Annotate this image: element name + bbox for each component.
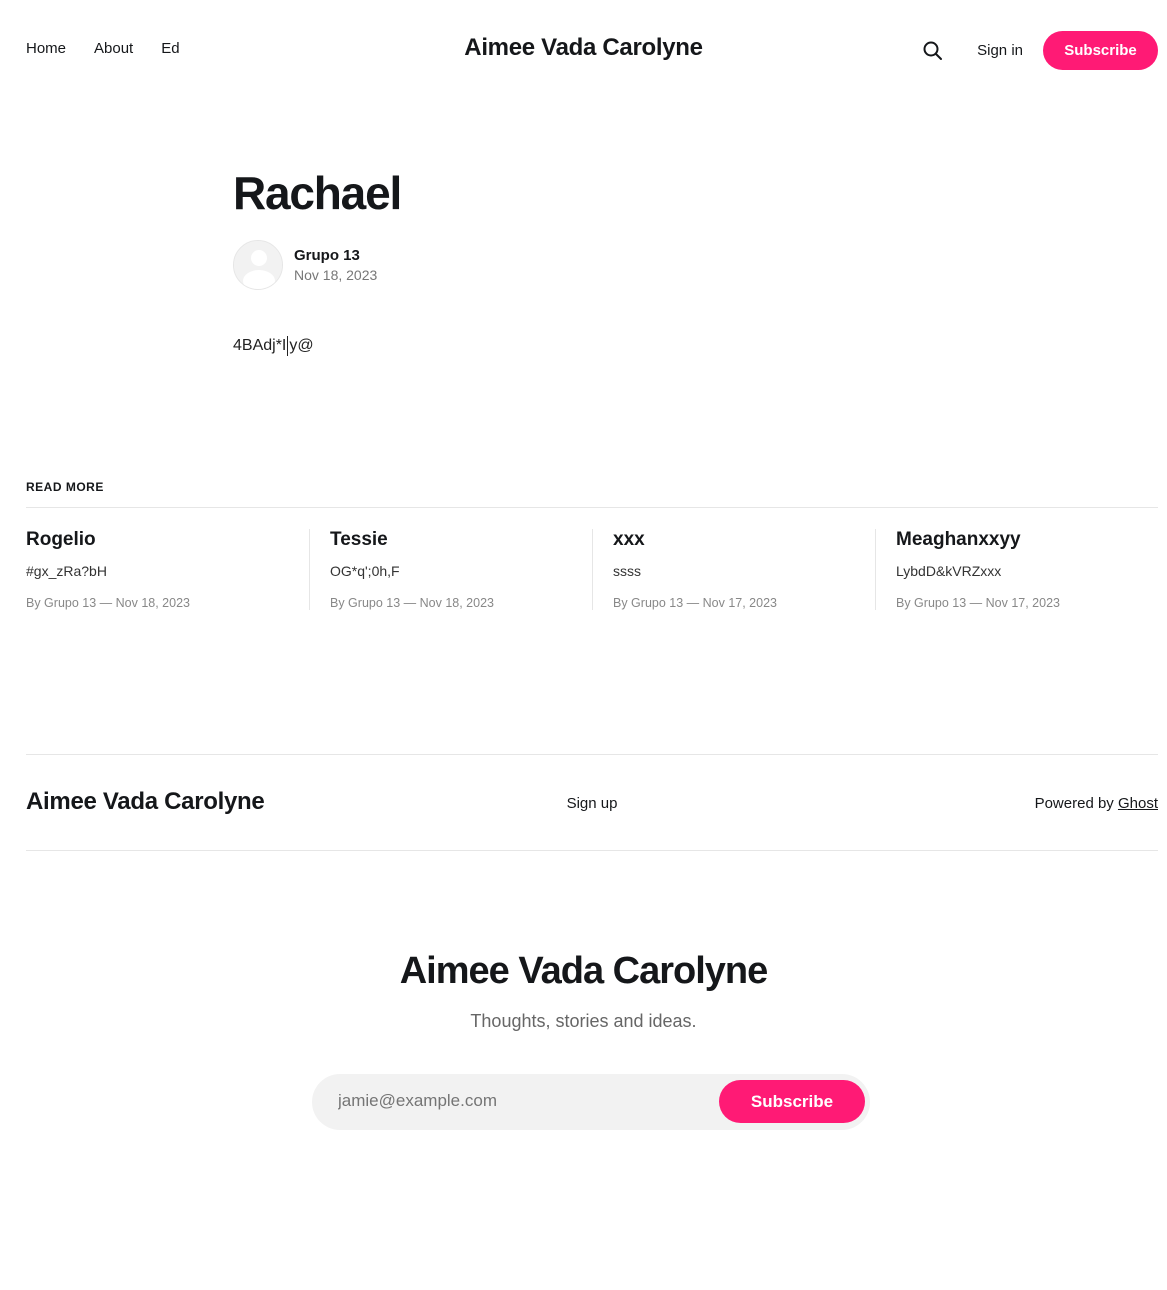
post-card-excerpt: #gx_zRa?bH <box>26 563 107 579</box>
post-card[interactable]: Tessie OG*q';0h,F By Grupo 13 — Nov 18, … <box>309 529 592 610</box>
post-card-title[interactable]: Meaghanxxyy <box>896 529 1138 551</box>
cta-title: Aimee Vada Carolyne <box>399 950 769 992</box>
search-icon <box>923 41 943 60</box>
post-card-meta: By Grupo 13 — Nov 18, 2023 <box>330 596 494 610</box>
powered-by-text: Powered by <box>1034 795 1114 812</box>
header-subscribe-button[interactable]: Subscribe <box>1043 31 1158 70</box>
email-input[interactable] <box>338 1091 698 1111</box>
article: Rachael Grupo 13 Nov 18, 2023 4BAdj*I y@ <box>233 168 933 356</box>
post-card-excerpt: OG*q';0h,F <box>330 563 400 579</box>
article-content: 4BAdj*I y@ <box>233 336 933 356</box>
search-button[interactable] <box>921 39 945 63</box>
post-card[interactable]: xxx ssss By Grupo 13 — Nov 17, 2023 <box>592 529 875 610</box>
post-card-excerpt: ssss <box>613 563 641 579</box>
subscribe-cta: Aimee Vada Carolyne Thoughts, stories an… <box>0 950 1167 1130</box>
signin-link[interactable]: Sign in <box>977 42 1023 59</box>
cta-description: Thoughts, stories and ideas. <box>470 1011 697 1031</box>
site-footer: Aimee Vada Carolyne Sign up Powered by G… <box>26 754 1158 851</box>
cta-subscribe-button[interactable]: Subscribe <box>719 1080 865 1123</box>
post-card-title[interactable]: xxx <box>613 529 855 551</box>
content-text-start: 4BAdj*I <box>233 337 287 355</box>
author-avatar[interactable] <box>233 240 283 290</box>
post-card-excerpt: LybdD&kVRZxxx <box>896 563 1002 579</box>
post-card-title[interactable]: Rogelio <box>26 529 289 551</box>
ghost-link[interactable]: Ghost <box>1118 795 1158 812</box>
article-date: Nov 18, 2023 <box>294 267 378 283</box>
article-byline: Grupo 13 Nov 18, 2023 <box>233 240 933 290</box>
post-card-meta: By Grupo 13 — Nov 18, 2023 <box>26 596 190 610</box>
post-card-title[interactable]: Tessie <box>330 529 572 551</box>
post-card[interactable]: Meaghanxxyy LybdD&kVRZxxx By Grupo 13 — … <box>875 529 1158 610</box>
subscribe-form: Subscribe <box>312 1074 870 1130</box>
post-card-meta: By Grupo 13 — Nov 17, 2023 <box>613 596 777 610</box>
article-title: Rachael <box>233 167 402 219</box>
site-header: Home About Ed Aimee Vada Carolyne Sign i… <box>0 0 1167 100</box>
content-text-end: y@ <box>289 337 314 355</box>
author-info: Grupo 13 Nov 18, 2023 <box>294 247 377 283</box>
header-actions: Sign in Subscribe <box>921 31 1158 70</box>
post-card-meta: By Grupo 13 — Nov 17, 2023 <box>896 596 1060 610</box>
powered-by: Powered by Ghost <box>1035 795 1158 812</box>
read-more-section: READ MORE Rogelio #gx_zRa?bH By Grupo 13… <box>26 480 1158 610</box>
read-more-label: READ MORE <box>26 480 1158 508</box>
read-more-cards: Rogelio #gx_zRa?bH By Grupo 13 — Nov 18,… <box>26 529 1158 610</box>
post-card[interactable]: Rogelio #gx_zRa?bH By Grupo 13 — Nov 18,… <box>26 529 309 610</box>
author-name[interactable]: Grupo 13 <box>294 247 377 264</box>
avatar-icon <box>234 241 282 289</box>
footer-signup-link[interactable]: Sign up <box>26 795 1158 812</box>
